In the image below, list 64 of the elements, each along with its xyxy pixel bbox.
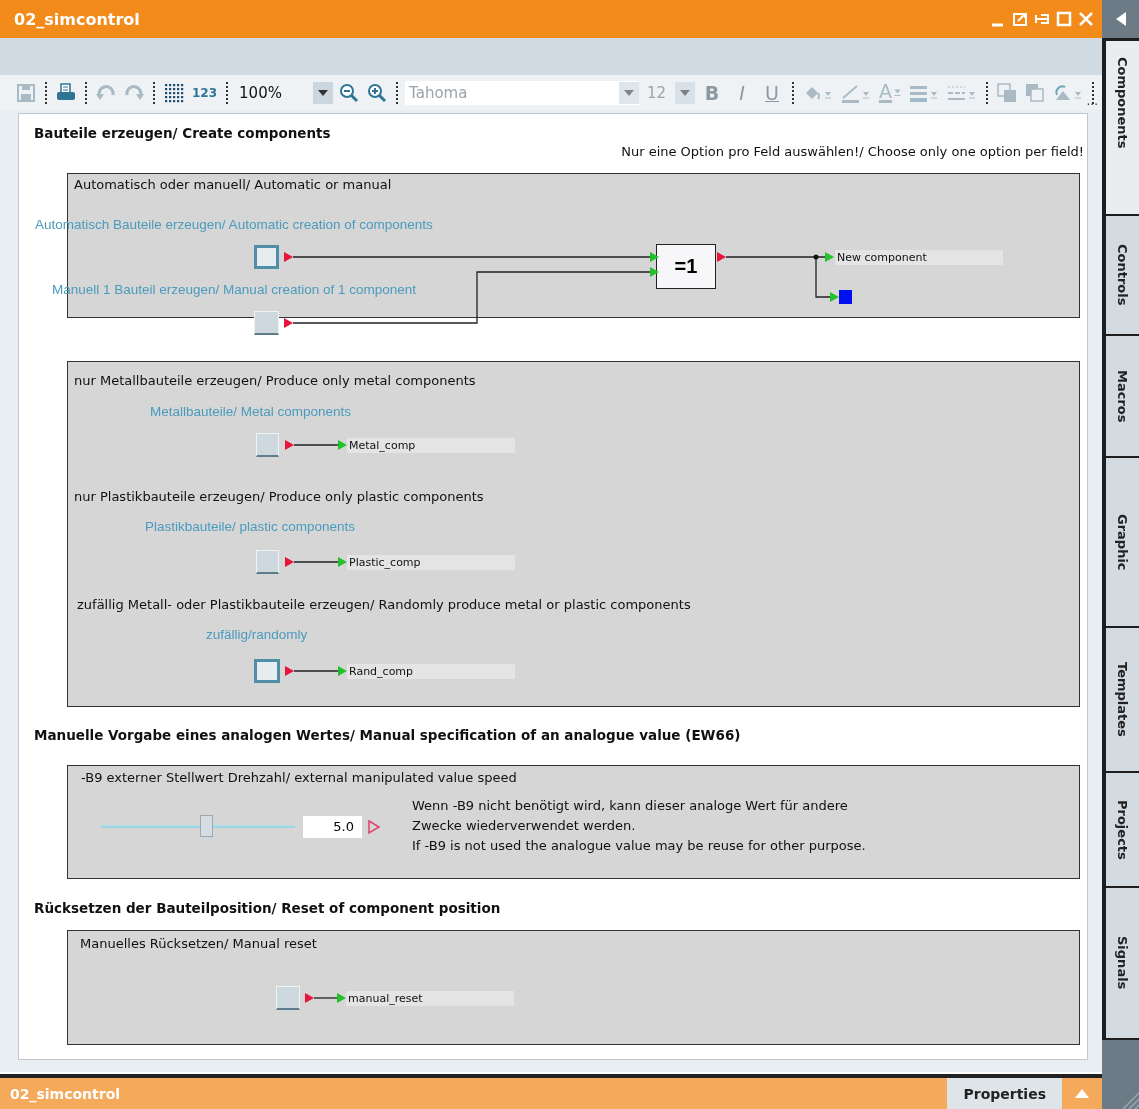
push-button[interactable] — [254, 245, 279, 269]
overflow-button[interactable]: ... — [1086, 94, 1098, 108]
collapse-button[interactable] — [1102, 0, 1139, 38]
dropdown-arrow-icon[interactable] — [318, 89, 329, 96]
logic-gate: =1 — [656, 244, 716, 289]
option-title: nur Plastikbauteile erzeugen/ Produce only plastic components — [74, 489, 484, 504]
number-button[interactable]: 123 — [190, 80, 220, 105]
sidebar-tab[interactable]: Components — [1106, 41, 1139, 214]
signal-field: Metal_comp — [347, 438, 515, 453]
left-arrow-icon — [1115, 12, 1126, 26]
hint-text: Nur eine Option pro Feld auswählen!/ Choose only one option per field! — [621, 144, 1084, 159]
output-port-icon — [284, 318, 293, 328]
description-text: Zwecke wiederverwendet werden. — [412, 818, 636, 833]
output-port-icon — [285, 557, 294, 567]
maximize-icon[interactable] — [1056, 11, 1072, 27]
window-title: 02_simcontrol — [14, 9, 140, 29]
zoom-out-icon[interactable] — [339, 82, 360, 103]
dot-grid-icon[interactable] — [164, 82, 184, 103]
section-heading: Rücksetzen der Bauteilposition/ Reset of component position — [34, 900, 501, 916]
caret-icon — [894, 89, 902, 96]
connection-line — [313, 997, 338, 999]
section-heading: Manuelle Vorgabe eines analogen Wertes/ Manual specification of an analogue value (EW66) — [34, 727, 741, 743]
output-port-icon — [285, 440, 294, 450]
group-title: Manuelles Rücksetzen/ Manual reset — [80, 936, 317, 951]
sidebar-tab[interactable]: Controls — [1106, 216, 1139, 334]
output-port-icon — [285, 666, 294, 676]
up-arrow-icon — [1075, 1089, 1089, 1098]
connection-line — [293, 670, 339, 672]
pin-icon[interactable] — [1034, 11, 1050, 27]
button-label: Plastikbauteile/ plastic components — [145, 519, 356, 534]
description-text: Wenn -B9 nicht benötigt wird, kann dieser analoge Wert für andere — [412, 798, 848, 813]
push-button[interactable] — [254, 659, 280, 683]
sidebar-tab[interactable]: Graphic — [1106, 458, 1139, 626]
button-label: zufällig/randomly — [206, 627, 308, 642]
undock-icon[interactable] — [1012, 11, 1028, 27]
signal-field: manual_reset — [346, 991, 514, 1006]
printer-icon[interactable] — [56, 82, 76, 103]
group-title: Automatisch oder manuell/ Automatic or manual — [74, 177, 392, 192]
option-title: zufällig Metall- oder Plastikbauteile erzeugen/ Randomly produce metal or plastic components — [77, 597, 691, 612]
description-text: If -B9 is not used the analogue value may be reuse for other purpose. — [412, 838, 866, 853]
option-title: nur Metallbauteile erzeugen/ Produce only metal components — [74, 373, 476, 388]
sidebar-tab[interactable]: Projects — [1106, 773, 1139, 886]
properties-button[interactable]: Properties — [947, 1078, 1062, 1109]
sidebar-tab[interactable]: Macros — [1106, 336, 1139, 456]
sidebar-tab[interactable]: Signals — [1106, 888, 1139, 1038]
signal-field: Plastic_comp — [347, 555, 515, 570]
output-port-icon — [305, 993, 314, 1003]
play-arrow-icon — [368, 819, 381, 835]
output-port-icon — [284, 252, 293, 262]
button-label: Metallbauteile/ Metal components — [150, 404, 352, 419]
junction-dot — [813, 254, 819, 260]
close-icon[interactable] — [1078, 11, 1094, 27]
status-lamp — [839, 290, 852, 304]
connection-line — [293, 444, 339, 446]
sidebar-tab[interactable]: Templates — [1106, 628, 1139, 771]
dropdown-field[interactable]: 100% — [239, 83, 310, 102]
zoom-in-icon[interactable] — [367, 82, 388, 103]
group-title: -B9 externer Stellwert Drehzahl/ external manipulated value speed — [81, 770, 517, 785]
signal-field: Rand_comp — [347, 664, 515, 679]
section-heading: Bauteile erzeugen/ Create components — [34, 125, 331, 141]
connection-line — [293, 561, 339, 563]
panel-title: 02_simcontrol — [10, 1085, 121, 1102]
value-field[interactable]: 5.0 — [303, 816, 362, 838]
signal-field: New component — [835, 250, 1003, 265]
